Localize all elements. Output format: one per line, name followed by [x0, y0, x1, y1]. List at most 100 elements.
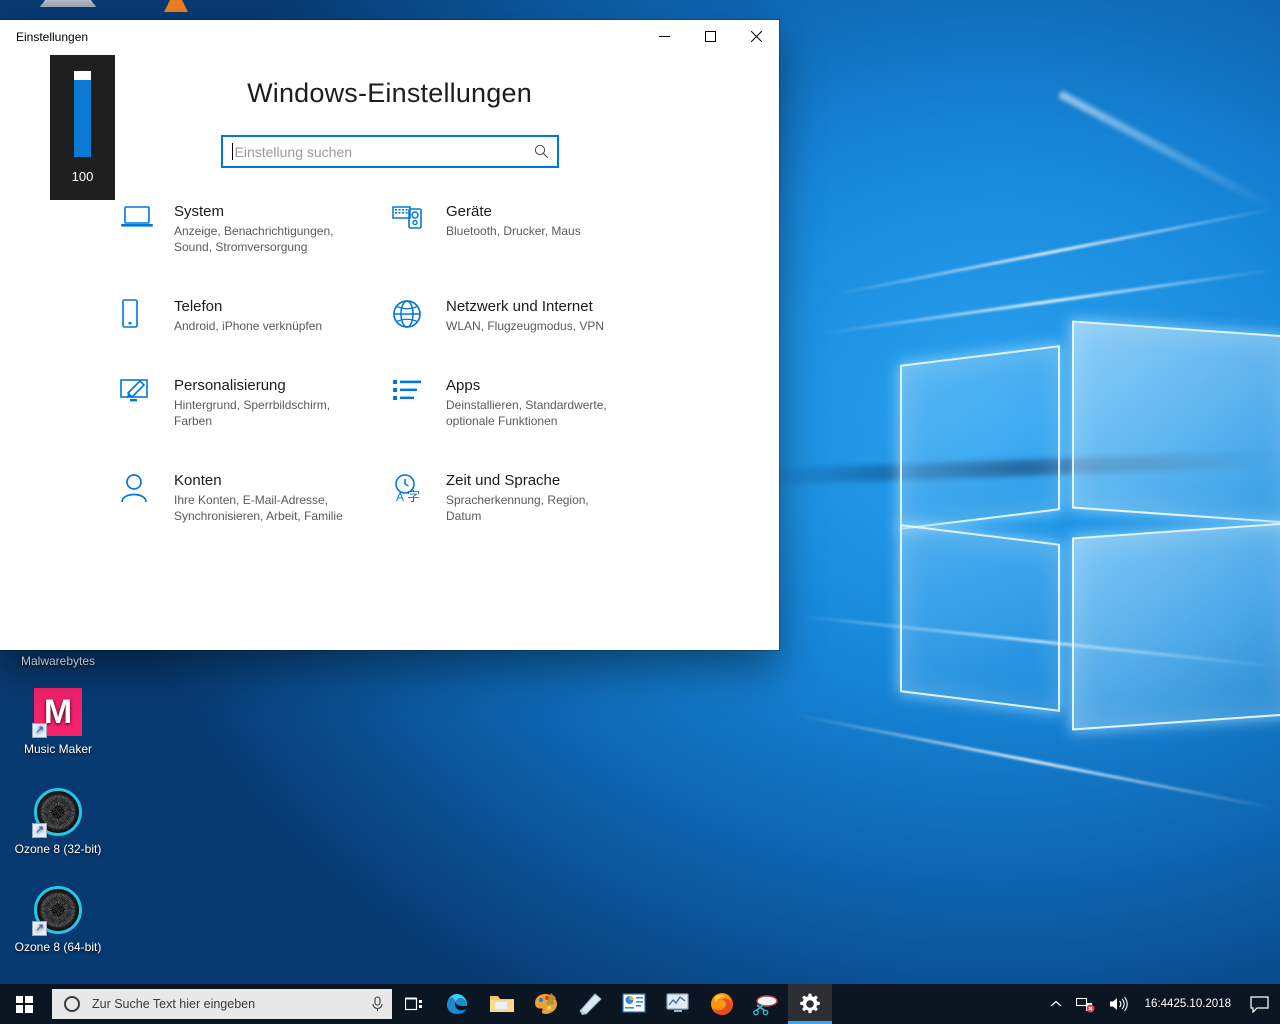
apps-list-icon — [392, 376, 438, 429]
wallpaper-streak — [833, 207, 1277, 296]
close-button[interactable] — [733, 20, 779, 52]
globe-icon — [392, 297, 438, 334]
ozone8-32bit-icon: ↗ — [32, 788, 82, 838]
tile-subtitle: Ihre Konten, E-Mail-Adresse, Synchronisi… — [174, 493, 343, 523]
start-button-icon — [15, 995, 33, 1013]
settings-tile-personalization[interactable]: Personalisierung Hintergrund, Sperrbilds… — [120, 376, 392, 429]
taskbar-app-performance-monitor[interactable] — [656, 984, 700, 1024]
settings-window[interactable]: ← Einstellungen Windows-Einstellungen — [0, 20, 779, 650]
wallpaper-streak — [822, 268, 1278, 335]
volume-slider-track[interactable] — [74, 71, 91, 157]
shortcut-arrow-icon: ↗ — [32, 723, 47, 738]
taskbar-app-sticky-notes[interactable] — [568, 984, 612, 1024]
file-explorer-icon — [490, 996, 514, 1012]
page-title: Windows-Einstellungen — [247, 78, 532, 108]
svg-text:A: A — [396, 490, 404, 503]
ozone8-64bit-icon: ↗ — [32, 886, 82, 936]
tile-subtitle: Spracherkennung, Region, Datum — [446, 493, 589, 523]
desktop-icon-ozone8-32[interactable]: ↗ Ozone 8 (32-bit) — [2, 788, 114, 856]
show-hidden-icons-chevron[interactable] — [1043, 984, 1069, 1024]
desktop-icon-label: Malwarebytes — [20, 654, 96, 668]
clock-time: 16:44 — [1144, 998, 1174, 1010]
desktop-icon-music-maker[interactable]: M ↗ Music Maker — [2, 688, 114, 756]
devices-icon — [392, 202, 438, 255]
taskbar-app-edge[interactable] — [436, 984, 480, 1024]
taskbar-app-explorer[interactable] — [480, 984, 524, 1024]
clock-date: 25.10.2018 — [1173, 998, 1231, 1010]
volume-value: 100 — [71, 169, 94, 184]
shortcut-arrow-icon: ↗ — [32, 823, 47, 838]
personalization-icon — [120, 376, 166, 429]
tile-subtitle: Bluetooth, Drucker, Maus — [446, 224, 581, 238]
tile-title: Personalisierung — [174, 377, 286, 394]
maximize-button[interactable] — [687, 20, 733, 52]
system-tray[interactable]: 16:44 25.10.2018 — [1043, 984, 1280, 1024]
user-icon — [120, 471, 166, 524]
taskbar-app-snipping-tool[interactable] — [744, 984, 788, 1024]
task-view-button[interactable] — [392, 984, 436, 1024]
settings-gear-icon — [800, 993, 820, 1014]
tile-title: Apps — [446, 377, 481, 394]
taskbar-app-powerpoint[interactable] — [612, 984, 656, 1024]
taskbar-app-paint[interactable] — [524, 984, 568, 1024]
svg-text:字: 字 — [407, 490, 420, 503]
wallpaper-pane — [900, 524, 1060, 712]
tile-title: Zeit und Sprache — [446, 472, 561, 489]
powerpoint-icon — [622, 993, 646, 1013]
volume-icon[interactable] — [1102, 984, 1135, 1024]
taskbar-app-firefox[interactable] — [700, 984, 744, 1024]
minimize-button[interactable] — [641, 20, 687, 52]
firefox-icon — [711, 993, 733, 1015]
action-center-button[interactable] — [1241, 984, 1280, 1024]
back-button[interactable]: ← — [0, 21, 16, 53]
settings-tile-apps[interactable]: Apps Deinstallieren, Standardwerte, opti… — [392, 376, 664, 429]
settings-tile-grid: System Anzeige, Benachrichtigungen, Soun… — [120, 202, 740, 524]
cortana-icon[interactable] — [64, 996, 80, 1012]
settings-tile-system[interactable]: System Anzeige, Benachrichtigungen, Soun… — [120, 202, 392, 255]
tile-subtitle: Anzeige, Benachrichtigungen, Sound, Stro… — [174, 224, 334, 254]
settings-tile-time-language[interactable]: A 字 Zeit und Sprache Spracherkennung, Re… — [392, 471, 664, 524]
desktop-icon-ozone8-64[interactable]: ↗ Ozone 8 (64-bit) — [2, 886, 114, 954]
volume-osd: 100 — [50, 55, 115, 200]
tile-subtitle: Android, iPhone verknüpfen — [174, 319, 323, 333]
window-controls — [641, 20, 779, 52]
action-center-icon — [1250, 995, 1269, 1013]
task-view-icon — [404, 997, 422, 1011]
shortcut-arrow-icon: ↗ — [32, 921, 47, 936]
taskbar[interactable]: Zur Suche Text hier eingeben 16:44 25.10… — [0, 984, 1280, 1024]
settings-tile-phone[interactable]: Telefon Android, iPhone verknüpfen — [120, 297, 392, 334]
settings-tile-accounts[interactable]: Konten Ihre Konten, E-Mail-Adresse, Sync… — [120, 471, 392, 524]
edge-icon — [447, 994, 467, 1014]
network-error-icon[interactable] — [1069, 984, 1102, 1024]
laptop-icon — [120, 202, 166, 255]
window-titlebar[interactable]: ← Einstellungen — [0, 20, 779, 54]
taskbar-clock[interactable]: 16:44 25.10.2018 — [1135, 984, 1241, 1024]
desktop-icon-label: Ozone 8 (64-bit) — [14, 940, 102, 954]
tile-title: Geräte — [446, 203, 492, 220]
settings-tile-devices[interactable]: Geräte Bluetooth, Drucker, Maus — [392, 202, 664, 255]
snipping-tool-icon — [753, 995, 778, 1016]
volume-slider-fill — [74, 79, 91, 157]
performance-monitor-icon — [666, 993, 689, 1012]
tile-subtitle: Hintergrund, Sperrbildschirm, Farben — [174, 398, 331, 428]
paint-icon — [535, 993, 557, 1014]
tile-title: Telefon — [174, 298, 223, 315]
taskbar-search-box[interactable]: Zur Suche Text hier eingeben — [52, 989, 392, 1019]
desktop-icon-label: Music Maker — [23, 742, 92, 756]
wallpaper-glow — [1058, 90, 1274, 211]
tile-title: Konten — [174, 472, 222, 489]
tile-subtitle: WLAN, Flugzeugmodus, VPN — [446, 319, 605, 333]
settings-search-box[interactable] — [220, 135, 559, 168]
wallpaper-streak — [794, 713, 1276, 810]
music-maker-icon: M ↗ — [32, 688, 82, 738]
microphone-icon[interactable] — [362, 996, 392, 1012]
sticky-notes-icon — [579, 993, 602, 1015]
settings-tile-network[interactable]: Netzwerk und Internet WLAN, Flugzeugmodu… — [392, 297, 664, 334]
search-icon[interactable] — [527, 144, 557, 159]
wallpaper-pane — [1072, 522, 1280, 731]
phone-icon — [120, 297, 166, 334]
search-input[interactable] — [232, 137, 527, 166]
time-language-icon: A 字 — [392, 471, 438, 524]
start-button[interactable] — [0, 984, 48, 1024]
taskbar-app-settings[interactable] — [788, 984, 832, 1024]
